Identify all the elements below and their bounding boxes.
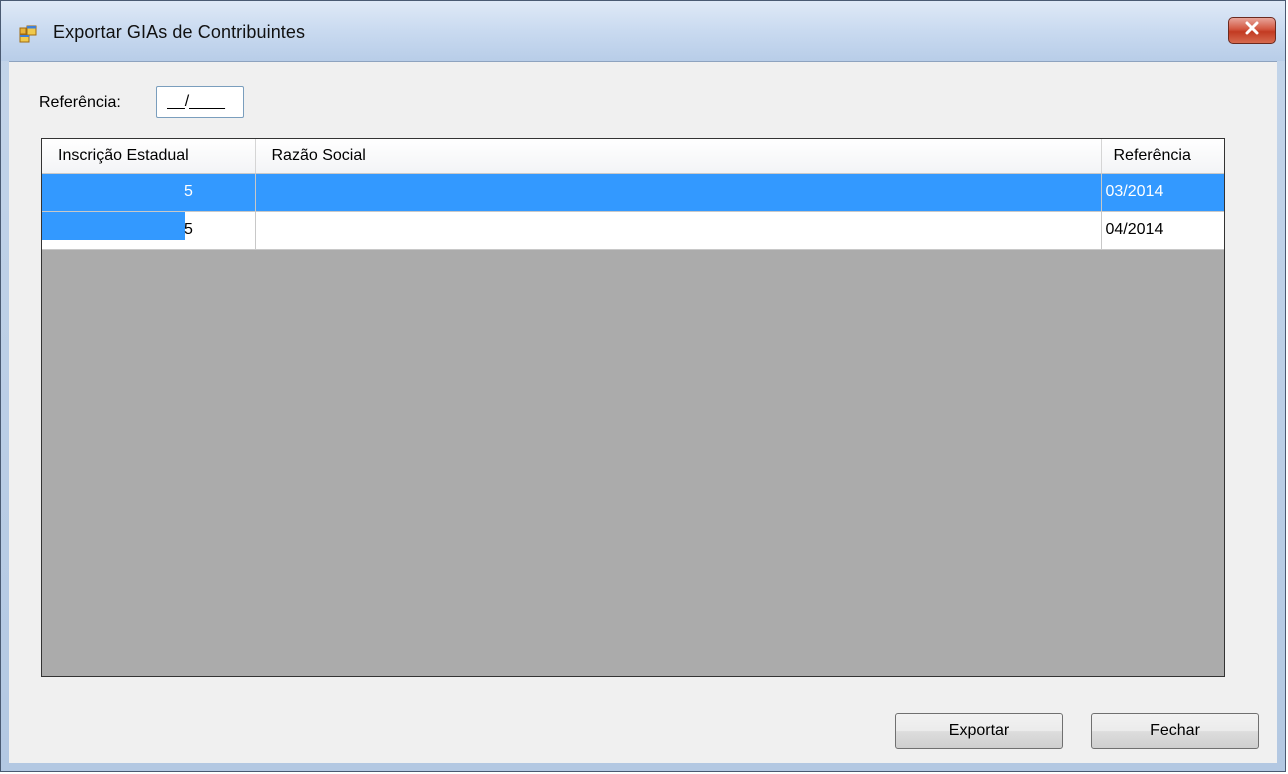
column-header-razao-social[interactable]: Razão Social — [255, 139, 1102, 174]
cell-inscricao-estadual[interactable]: 5 — [42, 173, 256, 212]
close-icon — [1244, 21, 1260, 40]
cell-razao-social[interactable] — [255, 173, 1102, 212]
contribuintes-table: Inscrição Estadual Razão Social Referênc… — [42, 139, 1224, 250]
column-header-inscricao-estadual[interactable]: Inscrição Estadual — [42, 139, 256, 174]
cell-inscricao-estadual[interactable]: 5 — [42, 211, 256, 250]
inscricao-estadual-text: 5 — [184, 182, 193, 200]
redaction-block — [42, 211, 185, 240]
close-window-button[interactable] — [1228, 17, 1276, 44]
title-bar[interactable]: Exportar GIAs de Contribuintes — [1, 1, 1285, 61]
exportar-button[interactable]: Exportar — [895, 713, 1063, 749]
referencia-input[interactable] — [156, 86, 244, 118]
table-row[interactable]: 5 04/2014 — [42, 211, 1224, 250]
window-app-icon — [19, 25, 37, 43]
cell-referencia[interactable]: 03/2014 — [1101, 173, 1224, 212]
fechar-button[interactable]: Fechar — [1091, 713, 1259, 749]
window-client-area: Referência: Inscrição Estadual Razão Soc… — [9, 61, 1277, 763]
referencia-label: Referência: — [39, 94, 121, 111]
export-gias-window: Exportar GIAs de Contribuintes Referênci… — [0, 0, 1286, 772]
redaction-block — [42, 173, 185, 210]
window-title: Exportar GIAs de Contribuintes — [53, 22, 306, 42]
grid-header-row: Inscrição Estadual Razão Social Referênc… — [42, 139, 1224, 174]
inscricao-estadual-text: 5 — [184, 220, 193, 238]
table-row[interactable]: 5 03/2014 — [42, 173, 1224, 212]
contribuintes-grid[interactable]: Inscrição Estadual Razão Social Referênc… — [41, 138, 1225, 677]
column-header-referencia[interactable]: Referência — [1101, 139, 1224, 174]
cell-referencia[interactable]: 04/2014 — [1101, 211, 1224, 250]
cell-razao-social[interactable] — [255, 211, 1102, 250]
